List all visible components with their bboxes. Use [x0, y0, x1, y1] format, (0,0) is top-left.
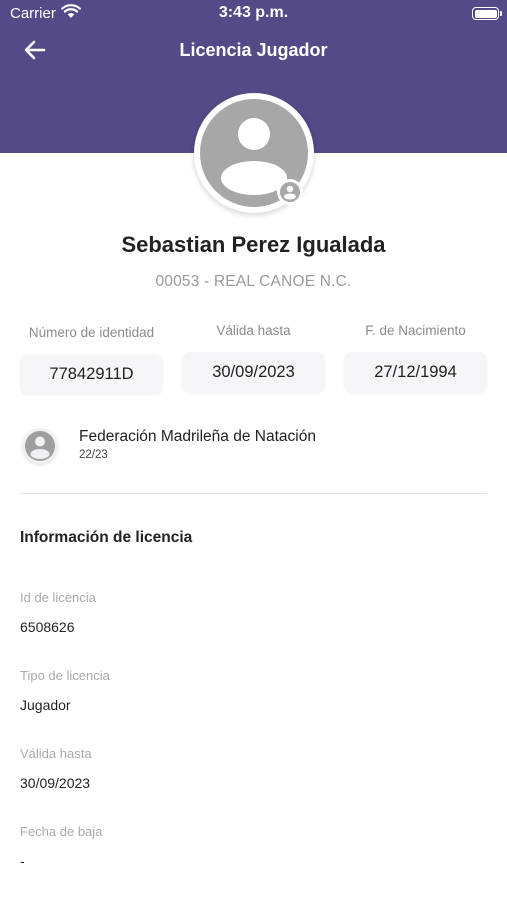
birth-date-field: F. de Nacimiento 27/12/1994	[344, 323, 487, 392]
clock: 3:43 p.m.	[218, 4, 289, 21]
id-number-value: 77842911D	[20, 354, 163, 394]
status-bar: Carrier 3:43 p.m.	[0, 0, 507, 28]
valid-until-value: 30/09/2023	[182, 352, 325, 392]
section-title: Información de licencia	[20, 529, 193, 546]
id-number-label: Número de identidad	[28, 325, 155, 340]
cancellation-date-value: -	[20, 853, 25, 869]
license-valid-until-label: Válida hasta	[20, 746, 92, 761]
license-type-value: Jugador	[20, 697, 71, 713]
cancellation-date-label: Fecha de baja	[20, 824, 103, 839]
federation-item[interactable]: Federación Madrileña de Natación 22/23	[20, 425, 487, 465]
divider	[20, 493, 487, 494]
federation-name: Federación Madrileña de Natación	[79, 428, 316, 445]
avatar[interactable]	[194, 93, 314, 213]
battery-icon	[472, 7, 502, 20]
page-title: Licencia Jugador	[179, 40, 328, 60]
birth-date-label: F. de Nacimiento	[365, 323, 466, 338]
id-number-field: Número de identidad 77842911D	[20, 325, 163, 394]
federation-avatar-icon	[22, 428, 58, 464]
license-valid-until-value: 30/09/2023	[20, 775, 91, 791]
valid-until-label: Válida hasta	[216, 323, 291, 338]
license-id-label: Id de licencia	[20, 590, 96, 605]
edit-photo-button[interactable]	[277, 179, 303, 205]
camera-icon	[280, 182, 300, 202]
valid-until-field: Válida hasta 30/09/2023	[182, 323, 325, 392]
license-type-label: Tipo de licencia	[20, 668, 110, 683]
federation-season: 22/23	[79, 449, 108, 461]
license-id-value: 6508626	[20, 619, 75, 635]
birth-date-value: 27/12/1994	[344, 352, 487, 392]
player-club: 00053 - REAL CANOE N.C.	[155, 273, 352, 290]
player-name: Sebastian Perez Igualada	[121, 232, 386, 257]
